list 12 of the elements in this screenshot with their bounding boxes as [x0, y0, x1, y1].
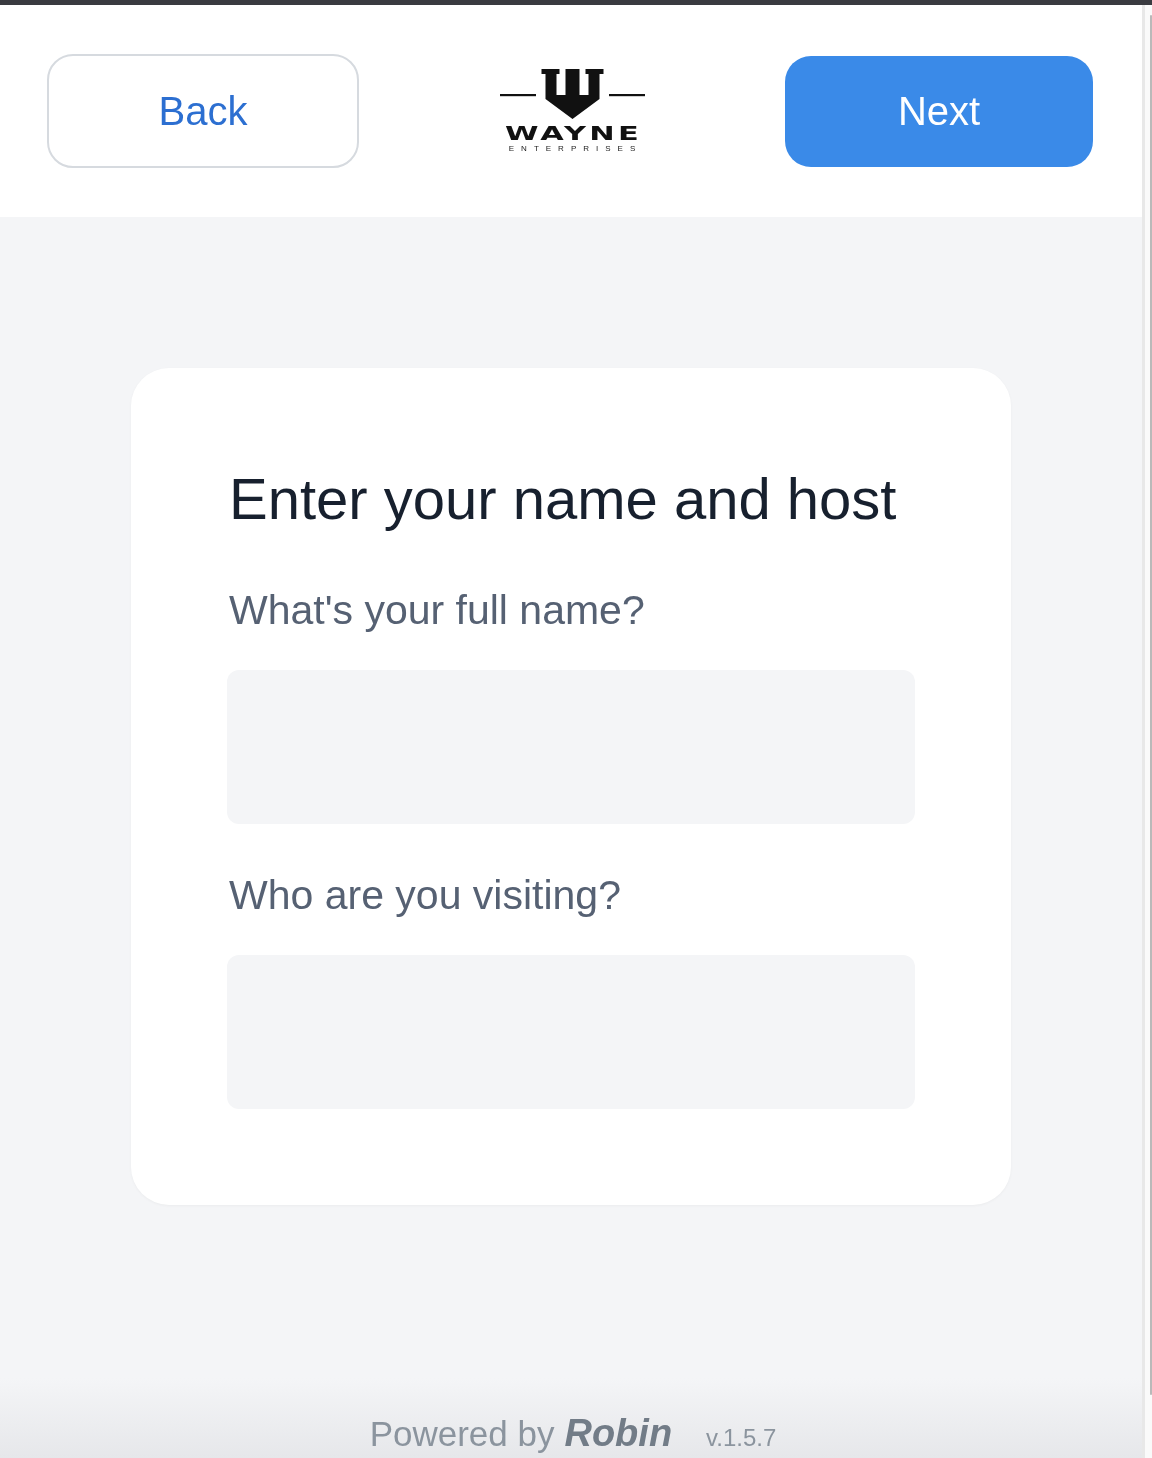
form-title: Enter your name and host	[229, 465, 898, 532]
brand-wordmark: Robin	[564, 1415, 673, 1451]
field-label: Who are you visiting?	[229, 872, 622, 918]
back-button[interactable]: Back	[47, 54, 359, 168]
scrollbar-thumb[interactable]	[1150, 15, 1152, 1395]
logo-tagline: ENTERPRISES	[507, 144, 643, 153]
powered-by-text: Powered by	[369, 1416, 555, 1452]
logo-wordmark: WAYNE	[504, 125, 643, 142]
w-shield-icon	[499, 69, 645, 119]
field-label: What's your full name?	[229, 587, 646, 633]
next-button[interactable]: Next	[785, 55, 1093, 167]
version-text: v.1.5.7	[706, 1423, 777, 1453]
